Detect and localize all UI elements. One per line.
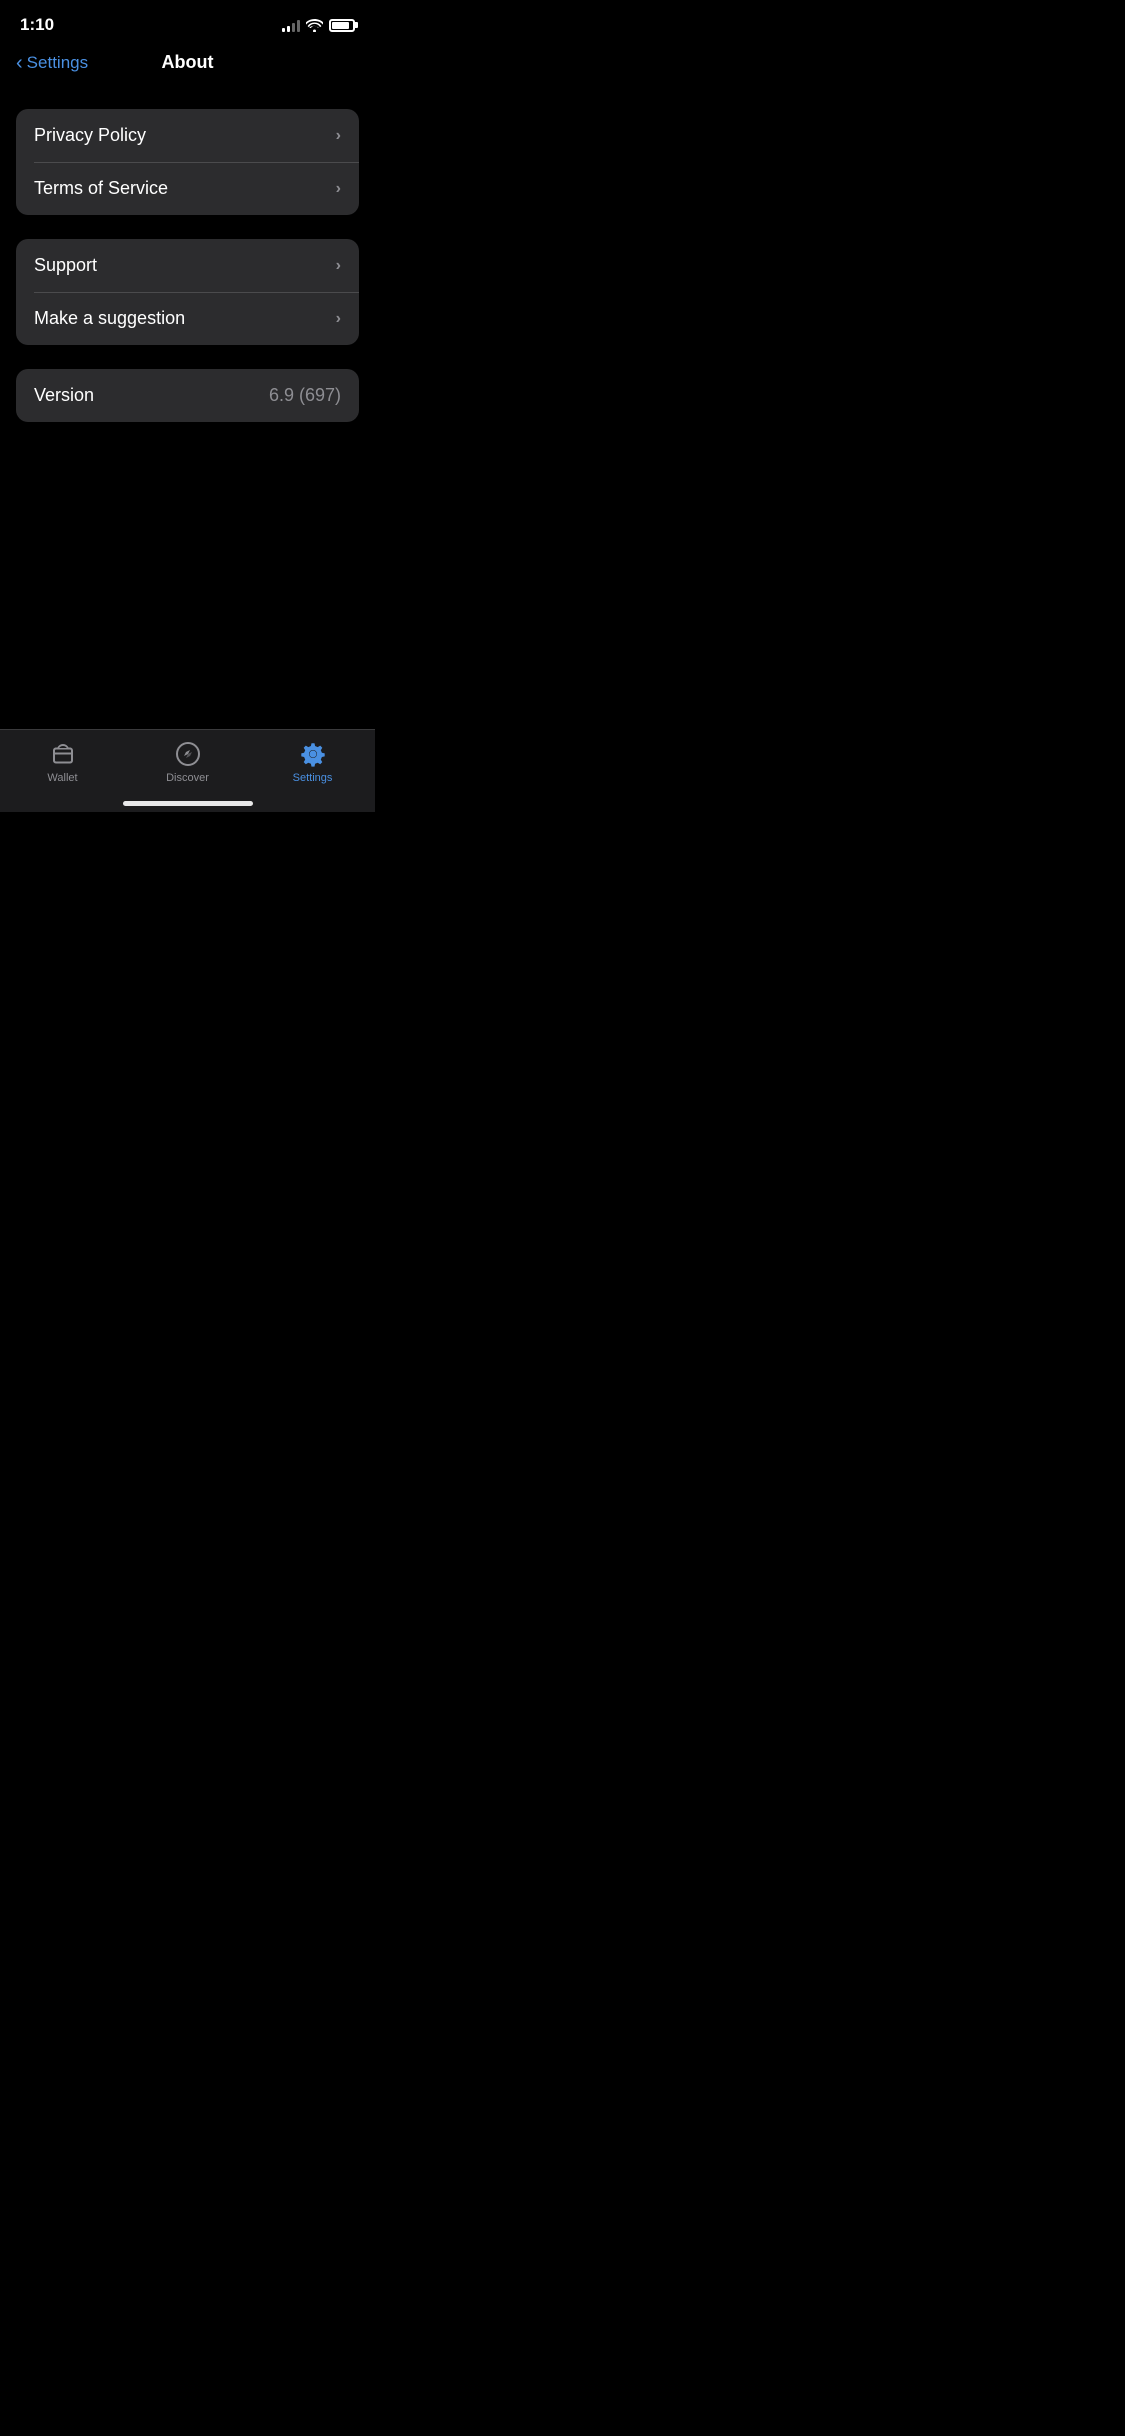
tab-discover[interactable]: Discover (125, 740, 250, 784)
back-button[interactable]: ‹ Settings (16, 53, 88, 73)
tab-wallet-label: Wallet (47, 772, 77, 784)
privacy-policy-item[interactable]: Privacy Policy › (16, 109, 359, 162)
terms-of-service-label: Terms of Service (34, 178, 168, 199)
tab-wallet[interactable]: Wallet (0, 740, 125, 784)
back-label: Settings (27, 53, 88, 73)
version-value: 6.9 (697) (269, 385, 341, 406)
support-item[interactable]: Support › (16, 239, 359, 292)
support-label: Support (34, 255, 97, 276)
chevron-right-icon: › (336, 127, 341, 145)
tab-settings-label: Settings (293, 772, 333, 784)
chevron-right-icon: › (336, 257, 341, 275)
version-label: Version (34, 385, 94, 406)
page-title: About (162, 52, 214, 73)
home-indicator (123, 801, 253, 806)
battery-icon (329, 19, 355, 32)
version-item: Version 6.9 (697) (16, 369, 359, 422)
chevron-right-icon: › (336, 310, 341, 328)
status-time: 1:10 (20, 15, 54, 35)
signal-icon (282, 18, 300, 32)
status-bar: 1:10 (0, 0, 375, 44)
back-chevron-icon: ‹ (16, 53, 23, 73)
status-icons (282, 18, 355, 32)
tab-settings[interactable]: Settings (250, 740, 375, 784)
settings-icon (299, 740, 327, 768)
version-group: Version 6.9 (697) (16, 369, 359, 422)
tab-discover-label: Discover (166, 772, 209, 784)
wallet-icon (49, 740, 77, 768)
support-group: Support › Make a suggestion › (16, 239, 359, 345)
terms-of-service-item[interactable]: Terms of Service › (16, 162, 359, 215)
wifi-icon (306, 19, 323, 32)
legal-group: Privacy Policy › Terms of Service › (16, 109, 359, 215)
privacy-policy-label: Privacy Policy (34, 125, 146, 146)
discover-icon (174, 740, 202, 768)
suggestion-label: Make a suggestion (34, 308, 185, 329)
chevron-right-icon: › (336, 180, 341, 198)
content-area: Privacy Policy › Terms of Service › Supp… (0, 85, 375, 422)
nav-header: ‹ Settings About (0, 44, 375, 85)
tab-bar: Wallet Discover Settings (0, 729, 375, 812)
suggestion-item[interactable]: Make a suggestion › (16, 292, 359, 345)
